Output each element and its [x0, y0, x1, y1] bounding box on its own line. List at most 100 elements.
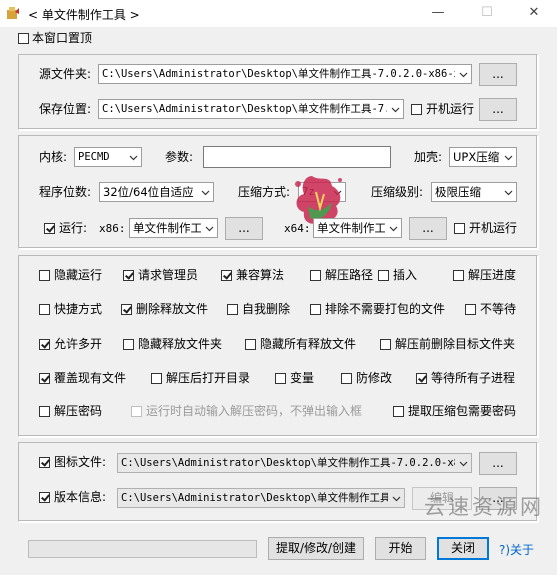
flag-checkbox[interactable]: [123, 270, 134, 281]
chevron-down-icon: [391, 107, 400, 113]
save-location-combo[interactable]: C:\Users\Administrator\Desktop\单文件制作工具-7…: [98, 99, 404, 119]
maximize-button[interactable]: ☐: [464, 0, 510, 27]
run-checkbox[interactable]: [44, 223, 55, 234]
run-autostart-label: 开机运行: [469, 221, 518, 235]
bits-combo[interactable]: 32位/64位自适应: [99, 182, 214, 202]
level-combo[interactable]: 极限压缩: [431, 182, 517, 202]
flag-label: 删除释放文件: [136, 302, 209, 316]
flag-checkbox[interactable]: [310, 270, 321, 281]
flag-label: 解压后打开目录: [166, 371, 251, 385]
icon-file-combo[interactable]: C:\Users\Administrator\Desktop\单文件制作工具-7…: [117, 453, 472, 473]
flag-checkbox[interactable]: [221, 270, 232, 281]
shell-label: 加壳:: [414, 150, 443, 164]
flag-label: 解压密码: [54, 404, 103, 418]
level-label: 压缩级别:: [371, 185, 424, 199]
flag-checkbox[interactable]: [380, 339, 391, 350]
minimize-button[interactable]: —: [415, 0, 461, 27]
flag-label: 隐藏运行: [54, 268, 103, 282]
chevron-down-icon: [504, 190, 513, 196]
run-autostart-checkbox[interactable]: [454, 223, 465, 234]
save-autostart-label: 开机运行: [426, 102, 475, 116]
extract-modify-create-button[interactable]: 提取/修改/创建: [268, 537, 364, 560]
flag-label: 提取压缩包需要密码: [408, 404, 517, 418]
flag-label: 隐藏释放文件夹: [138, 337, 223, 351]
flag-label: 解压进度: [468, 268, 517, 282]
save-autostart-checkbox[interactable]: [411, 104, 422, 115]
source-folder-combo[interactable]: C:\Users\Administrator\Desktop\单文件制作工具-7…: [98, 64, 472, 84]
source-label: 源文件夹:: [39, 67, 92, 81]
app-icon: [7, 7, 19, 19]
flag-label: 自我删除: [242, 302, 291, 316]
save-label: 保存位置:: [39, 102, 92, 116]
flag-label: 解压前删除目标文件夹: [395, 337, 516, 351]
start-button[interactable]: 开始: [375, 537, 426, 560]
topmost-checkbox[interactable]: [18, 33, 29, 44]
version-info-combo[interactable]: C:\Users\Administrator\Desktop\单文件制作工具-7…: [117, 488, 405, 508]
flag-label: 等待所有子进程: [431, 371, 516, 385]
flag-checkbox[interactable]: [227, 304, 238, 315]
chevron-down-icon: [459, 461, 468, 467]
flag-checkbox[interactable]: [310, 304, 321, 315]
window-title: < 单文件制作工具 >: [28, 8, 140, 22]
flag-label: 运行时自动输入解压密码，不弹出输入框: [146, 404, 363, 418]
flag-label: 变量: [290, 371, 315, 385]
x86-label: x86:: [99, 222, 126, 235]
close-button[interactable]: 关闭: [437, 537, 489, 560]
flag-label: 覆盖现有文件: [54, 371, 127, 385]
source-browse-button[interactable]: ...: [479, 63, 517, 86]
kernel-combo[interactable]: PECMD: [74, 147, 142, 167]
flag-label: 排除不需要打包的文件: [325, 302, 446, 316]
params-input[interactable]: [203, 146, 391, 168]
x64-label: x64:: [284, 222, 311, 235]
flag-checkbox[interactable]: [453, 270, 464, 281]
flag-checkbox[interactable]: [131, 406, 142, 417]
flag-label: 不等待: [480, 302, 517, 316]
close-window-button[interactable]: ✕: [511, 0, 557, 27]
chevron-down-icon: [201, 190, 210, 196]
chevron-down-icon: [389, 226, 398, 232]
flag-checkbox[interactable]: [39, 339, 50, 350]
flag-checkbox[interactable]: [39, 406, 50, 417]
title-bar: < 单文件制作工具 > — ☐ ✕: [0, 0, 557, 27]
flag-checkbox[interactable]: [39, 270, 50, 281]
icon-file-checkbox[interactable]: [39, 457, 50, 468]
version-info-checkbox[interactable]: [39, 492, 50, 503]
flag-checkbox[interactable]: [378, 270, 389, 281]
x86-browse-button[interactable]: ...: [225, 217, 263, 240]
flag-checkbox[interactable]: [275, 373, 286, 384]
progress-bar: [28, 540, 257, 558]
flag-label: 防修改: [356, 371, 393, 385]
compress-label: 压缩方式:: [238, 185, 291, 199]
flag-checkbox[interactable]: [39, 304, 50, 315]
icon-file-browse-button[interactable]: ...: [479, 452, 517, 475]
version-info-label: 版本信息:: [54, 490, 107, 504]
about-link[interactable]: ?)关于: [499, 541, 534, 558]
flag-checkbox[interactable]: [39, 373, 50, 384]
flag-checkbox[interactable]: [393, 406, 404, 417]
icon-file-label: 图标文件:: [54, 455, 107, 469]
flag-label: 解压路径: [325, 268, 374, 282]
flag-checkbox[interactable]: [121, 304, 132, 315]
chevron-down-icon: [504, 155, 513, 161]
shell-combo[interactable]: UPX压缩: [449, 147, 517, 167]
flag-checkbox[interactable]: [245, 339, 256, 350]
x64-combo[interactable]: 单文件制作工具: [313, 218, 402, 238]
flag-checkbox[interactable]: [123, 339, 134, 350]
flag-label: 兼容算法: [236, 268, 285, 282]
flag-label: 插入: [393, 268, 418, 282]
chevron-down-icon: [129, 155, 138, 161]
bits-label: 程序位数:: [39, 185, 92, 199]
x64-browse-button[interactable]: ...: [409, 217, 447, 240]
flag-checkbox[interactable]: [416, 373, 427, 384]
flag-label: 快捷方式: [54, 302, 103, 316]
save-browse-button[interactable]: ...: [479, 98, 517, 121]
watermark-text: 云速资源网: [424, 495, 544, 519]
params-label: 参数:: [165, 150, 194, 164]
flag-checkbox[interactable]: [151, 373, 162, 384]
topmost-label: 本窗口置顶: [32, 31, 93, 45]
flag-checkbox[interactable]: [465, 304, 476, 315]
flag-label: 允许多开: [54, 337, 103, 351]
x86-combo[interactable]: 单文件制作工具: [129, 218, 218, 238]
flag-label: 隐藏所有释放文件: [260, 337, 357, 351]
flag-checkbox[interactable]: [341, 373, 352, 384]
